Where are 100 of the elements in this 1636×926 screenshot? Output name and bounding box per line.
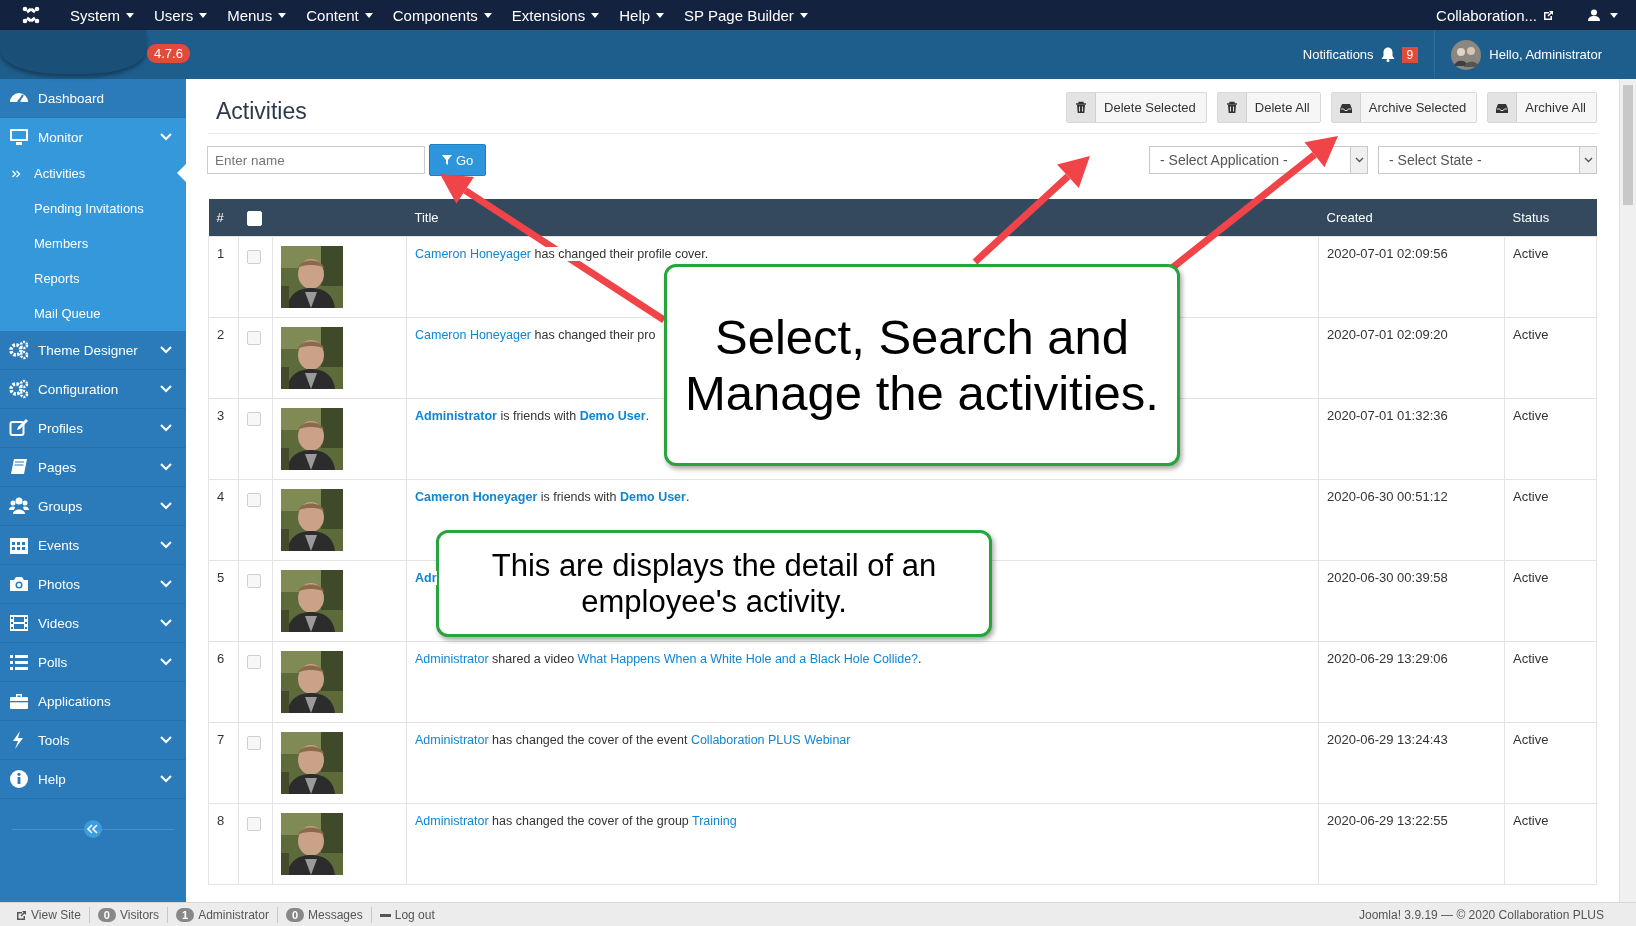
column-header: # [216, 209, 224, 225]
briefcase-icon [9, 691, 29, 711]
status-link[interactable]: Log out [371, 908, 443, 922]
menu-item[interactable]: SP Page Builder [674, 0, 818, 30]
sidebar-item[interactable]: Applications [0, 682, 186, 721]
user-greeting[interactable]: Hello, Administrator [1435, 39, 1636, 70]
link[interactable]: Cameron Honeyager [415, 246, 532, 261]
sidebar-item[interactable]: Polls [0, 643, 186, 682]
sidebar-subitem[interactable]: Reports [0, 261, 186, 296]
scrollbar[interactable] [1619, 79, 1636, 902]
menu-item[interactable]: Components [382, 0, 502, 30]
activity-text: Administrator has changed the cover of the event Collaboration PLUS Webinar [415, 732, 851, 747]
created-date: 2020-06-30 00:51:12 [1327, 488, 1448, 504]
filter-icon [442, 155, 452, 165]
link[interactable]: Collaboration PLUS Webinar [690, 732, 851, 747]
link[interactable]: Adr [415, 570, 437, 585]
menu-item[interactable]: Extensions [501, 0, 610, 30]
sidebar-subitem[interactable]: Members [0, 226, 186, 261]
menu-item[interactable]: Help [609, 0, 675, 30]
caret-icon [199, 12, 208, 18]
created-date: 2020-06-29 13:24:43 [1327, 731, 1448, 747]
dropdown[interactable]: - Select Application - [1149, 146, 1368, 174]
chevron-down-icon [160, 658, 172, 666]
sidebar-subitem[interactable]: Pending Invitations [0, 191, 186, 226]
film-icon [9, 613, 29, 633]
row-number: 7 [217, 731, 225, 747]
minus-icon [379, 913, 391, 917]
caret-icon [126, 12, 134, 18]
row-number: 1 [217, 245, 225, 261]
go-button[interactable]: Go [429, 144, 487, 176]
sidebar-item[interactable]: Pages [0, 448, 186, 487]
link[interactable]: Cameron Honeyager [415, 489, 538, 504]
menu-item[interactable]: Menus [217, 0, 297, 30]
sidebar-item[interactable]: Photos [0, 565, 186, 604]
row-number: 4 [217, 488, 225, 504]
status-text: Active [1513, 326, 1549, 342]
double-chevron-icon [12, 169, 20, 178]
link[interactable]: Administrator [415, 408, 497, 423]
sidebar-item[interactable]: Videos [0, 604, 186, 643]
toolbar-button[interactable]: Delete Selected [1066, 91, 1207, 123]
sidebar-subitem[interactable]: Activities [0, 156, 186, 191]
link[interactable]: What Happens When a White Hole and a Black Hole Collide? [577, 651, 919, 666]
count-badge: 0 [97, 908, 116, 922]
link[interactable]: Administrator [415, 732, 489, 747]
monitor-icon [9, 127, 29, 147]
status-text: Active [1513, 731, 1549, 747]
checkbox[interactable] [247, 735, 261, 750]
toolbar-button[interactable]: Archive Selected [1330, 91, 1478, 123]
camera-icon [9, 574, 29, 594]
row-number: 2 [217, 326, 225, 342]
link[interactable]: Demo User [619, 489, 686, 504]
sidebar-subitem[interactable]: Mail Queue [0, 296, 186, 331]
calendar-icon [9, 535, 29, 555]
chevron-down-icon [160, 424, 172, 432]
search-field[interactable]: Enter name [207, 146, 425, 174]
gears-icon [9, 340, 29, 360]
activity-text: Administrator shared a video What Happens When a White Hole and a Black Hole Collide?. [415, 651, 922, 666]
link[interactable]: Training [692, 813, 737, 828]
toolbar-button[interactable]: Delete All [1216, 91, 1321, 123]
gears-icon [9, 379, 29, 399]
chevron-down-icon [160, 385, 172, 393]
link[interactable]: Cameron Honeyager [415, 327, 532, 342]
row-number: 6 [217, 650, 225, 666]
external-link-icon [1543, 9, 1554, 21]
status-counter: 0 Visitors [89, 908, 168, 922]
checkbox[interactable] [247, 816, 261, 831]
sidebar-item[interactable]: Groups [0, 487, 186, 526]
link[interactable]: Demo User [579, 408, 646, 423]
checkbox[interactable] [247, 573, 261, 588]
link[interactable]: Administrator [415, 651, 489, 666]
chevron-down-icon [160, 580, 172, 588]
menu-item[interactable]: Users [144, 0, 218, 30]
checkbox[interactable] [247, 654, 261, 669]
external-link-icon [16, 909, 27, 921]
menu-item[interactable]: Content [296, 0, 383, 30]
avatar-icon [1451, 39, 1482, 70]
site-link[interactable]: Collaboration... [1426, 0, 1564, 30]
dropdown[interactable]: - Select State - [1378, 146, 1597, 174]
checkbox[interactable] [247, 330, 261, 345]
checkbox[interactable] [247, 411, 261, 426]
activity-text: Cameron Honeyager has changed their profile cover. [415, 246, 709, 261]
link[interactable]: Administrator [415, 813, 489, 828]
status-counter: 0 Messages [277, 908, 371, 922]
sidebar-item[interactable]: Events [0, 526, 186, 565]
toolbar-button[interactable]: Archive All [1487, 91, 1597, 123]
menu-item[interactable]: System [60, 0, 144, 30]
row-number: 3 [217, 407, 225, 423]
chevron-down-icon [160, 736, 172, 744]
row-number: 8 [217, 812, 225, 828]
sidebar-item[interactable]: Help [0, 760, 186, 799]
sidebar-item[interactable]: Monitor [0, 118, 186, 156]
activity-text: Cameron Honeyager is friends with Demo User. [415, 489, 690, 504]
status-text: Active [1513, 407, 1549, 423]
checkbox[interactable] [247, 492, 261, 507]
checkbox[interactable] [247, 249, 261, 264]
created-date: 2020-06-30 00:39:58 [1327, 569, 1448, 585]
chevron-down-icon [160, 133, 172, 141]
row-number: 5 [217, 569, 225, 585]
status-link[interactable]: View Site [8, 908, 89, 922]
caret-icon [364, 12, 373, 18]
